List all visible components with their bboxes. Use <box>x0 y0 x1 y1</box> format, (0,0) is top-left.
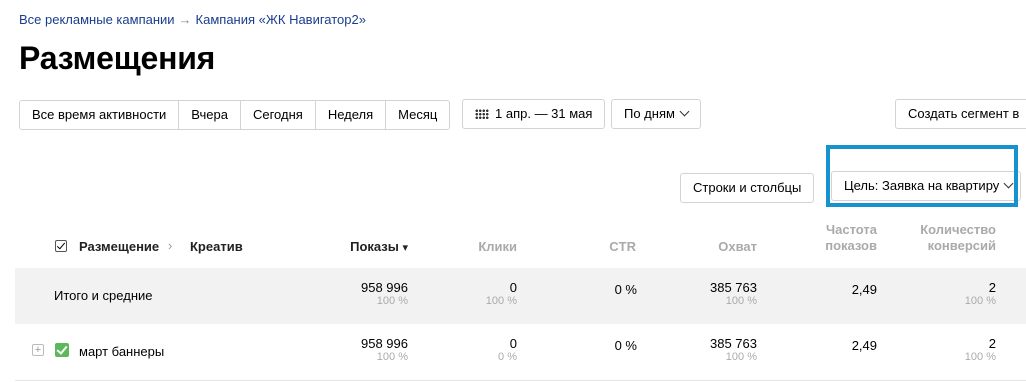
column-reach[interactable]: Охват <box>680 239 757 254</box>
frequency-value: 2,49 <box>851 282 877 297</box>
cell-reach: 385 763 100 % <box>680 336 757 364</box>
shows-value: 958 996 <box>361 336 408 351</box>
create-segment-button[interactable]: Создать сегмент в <box>895 99 1026 129</box>
reach-value: 385 763 <box>710 280 757 295</box>
cell-shows: 958 996 100 % <box>330 336 408 364</box>
column-frequency-line1: Частота <box>825 222 877 237</box>
column-frequency[interactable]: Частота показов <box>790 222 877 254</box>
frequency-value: 2,49 <box>851 338 877 353</box>
column-shows[interactable]: Показы ▾ <box>330 239 408 254</box>
grouping-label: По дням <box>624 106 675 121</box>
period-month[interactable]: Месяц <box>386 101 450 129</box>
column-conversions[interactable]: Количество конверсий <box>900 222 996 254</box>
conversions-percent: 100 % <box>964 295 996 307</box>
conversions-percent: 100 % <box>964 351 996 363</box>
create-segment-label: Создать сегмент в <box>908 106 1020 121</box>
breadcrumb-separator: › <box>168 238 173 253</box>
period-week[interactable]: Неделя <box>315 101 387 129</box>
breadcrumb-campaign-link[interactable]: Кампания «ЖК Навигатор2» <box>196 12 366 27</box>
cell-clicks: 0 100 % <box>430 280 517 308</box>
column-clicks[interactable]: Клики <box>430 239 517 254</box>
reach-percent: 100 % <box>725 295 757 307</box>
reach-percent: 100 % <box>725 351 757 363</box>
row-label[interactable]: март баннеры <box>79 344 164 359</box>
rows-columns-label: Строки и столбцы <box>693 180 802 195</box>
period-all-time[interactable]: Все время активности <box>20 101 180 129</box>
cell-shows: 958 996 100 % <box>330 280 408 308</box>
cell-reach: 385 763 100 % <box>680 280 757 308</box>
clicks-value: 0 <box>509 336 517 351</box>
ctr-value: 0 % <box>614 282 637 297</box>
conversions-value: 2 <box>988 336 996 351</box>
rows-columns-button[interactable]: Строки и столбцы <box>680 173 815 203</box>
clicks-value: 0 <box>509 280 517 295</box>
cell-frequency: 2,49 <box>790 282 877 297</box>
period-today[interactable]: Сегодня <box>240 101 316 129</box>
chevron-down-icon <box>679 106 690 117</box>
date-range-button[interactable]: 1 апр. — 31 мая <box>462 99 606 129</box>
date-range-label: 1 апр. — 31 мая <box>495 106 593 121</box>
row-label: Итого и средние <box>54 288 153 303</box>
shows-percent: 100 % <box>376 351 408 363</box>
period-selector: Все время активности Вчера Сегодня Недел… <box>19 100 451 130</box>
column-ctr[interactable]: CTR <box>560 239 636 254</box>
cell-conversions: 2 100 % <box>900 336 996 364</box>
ctr-value: 0 % <box>614 338 637 353</box>
period-yesterday[interactable]: Вчера <box>179 101 241 129</box>
column-conversions-line1: Количество <box>920 222 996 237</box>
column-frequency-line2: показов <box>825 238 877 253</box>
column-creative[interactable]: Креатив <box>190 239 243 254</box>
clicks-percent: 100 % <box>485 295 517 307</box>
shows-value: 958 996 <box>361 280 408 295</box>
breadcrumb: Все рекламные кампании → Кампания «ЖК Нави… <box>19 12 366 27</box>
page-title: Размещения <box>19 40 216 76</box>
clicks-percent: 0 % <box>498 351 517 363</box>
grouping-dropdown[interactable]: По дням <box>611 99 701 129</box>
breadcrumb-root-link[interactable]: Все рекламные кампании <box>19 12 175 27</box>
calendar-icon <box>475 109 489 119</box>
select-all-checkbox[interactable] <box>55 240 67 252</box>
cell-conversions: 2 100 % <box>900 280 996 308</box>
conversions-value: 2 <box>988 280 996 295</box>
cell-ctr: 0 % <box>560 282 637 297</box>
table-row: + март баннеры 958 996 100 % 00 % 0 % 385… <box>15 324 1026 381</box>
cell-frequency: 2,49 <box>790 338 877 353</box>
reach-value: 385 763 <box>710 336 757 351</box>
expand-icon[interactable]: + <box>32 344 44 356</box>
sort-desc-icon: ▾ <box>402 242 408 254</box>
column-placement[interactable]: Размещение <box>79 239 159 254</box>
cell-clicks: 00 % <box>430 336 517 364</box>
table-row-total: Итого и средние 958 996 100 % 0 100 % 0 % … <box>15 268 1026 324</box>
cell-ctr: 0 % <box>560 338 637 353</box>
breadcrumb-arrow: → <box>178 12 192 27</box>
row-checkbox[interactable] <box>55 343 69 357</box>
column-conversions-line2: конверсий <box>927 238 996 253</box>
shows-percent: 100 % <box>376 295 408 307</box>
highlight-frame <box>826 145 1018 207</box>
column-shows-label: Показы <box>350 239 399 254</box>
